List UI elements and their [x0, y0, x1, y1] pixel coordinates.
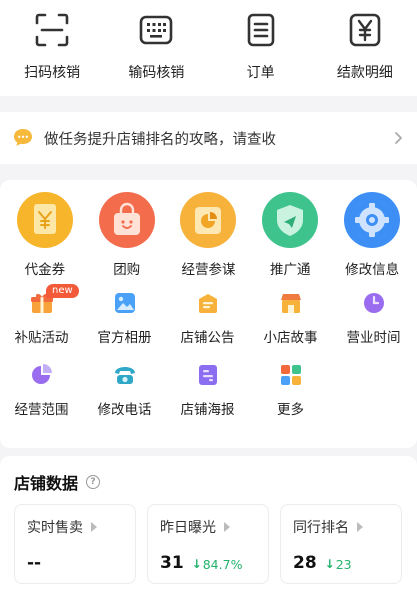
orders-button[interactable]: 订单: [216, 12, 306, 82]
business-scope-button[interactable]: 经营范围: [0, 362, 83, 418]
store-story-button[interactable]: 小店故事: [249, 290, 332, 346]
shopping-bag-icon: [98, 192, 155, 248]
metric-value-row: 28 ↓ 23: [293, 553, 389, 573]
caret-right-icon: [91, 522, 97, 532]
notice-text: 做任务提升店铺排名的攻略，请查收: [44, 131, 276, 148]
tools-grid: new 补贴活动 官方相册 店铺公告 小店故事 营业时间 经营范围 修改电话 店…: [0, 284, 417, 418]
chat-bubble-icon: [14, 129, 32, 146]
question-icon[interactable]: ?: [86, 475, 101, 489]
edit-phone-label: 修改电话: [97, 402, 152, 418]
yesterday-exposure-change: ↓ 84.7%: [192, 557, 243, 572]
scan-verify-button[interactable]: 扫码核销: [7, 12, 97, 82]
group-buy-label: 团购: [113, 262, 141, 278]
realtime-sales-value: --: [27, 553, 42, 573]
settlement-details-button[interactable]: 结款明细: [320, 12, 410, 82]
quick-actions-bar: 扫码核销 输码核销 订单 结款明细: [0, 0, 417, 96]
scan-icon: [35, 13, 69, 47]
peer-ranking-card[interactable]: 同行排名 28 ↓ 23: [280, 504, 402, 584]
peer-ranking-value: 28: [293, 553, 317, 573]
group-buy-button[interactable]: 团购: [86, 192, 168, 278]
official-album-label: 官方相册: [97, 330, 152, 346]
promotion-label: 推广通: [270, 262, 311, 278]
store-announcement-label: 店铺公告: [180, 330, 235, 346]
store-poster-button[interactable]: 店铺海报: [166, 362, 249, 418]
peer-ranking-change: ↓ 23: [325, 557, 352, 572]
code-verify-button[interactable]: 输码核销: [111, 12, 201, 82]
caret-right-icon: [224, 522, 230, 532]
yesterday-exposure-change-value: 84.7%: [202, 556, 243, 572]
metric-value-row: 31 ↓ 84.7%: [160, 553, 256, 573]
order-list-icon: [247, 13, 274, 47]
caret-right-icon: [357, 522, 363, 532]
metric-name: 同行排名: [293, 517, 389, 537]
edit-phone-button[interactable]: 修改电话: [83, 362, 166, 418]
clock-icon: [361, 290, 387, 316]
voucher-button[interactable]: 代金券: [4, 192, 86, 278]
scan-verify-label: 扫码核销: [24, 65, 81, 81]
chevron-right-icon: [395, 132, 402, 144]
keyboard-icon: [140, 15, 173, 45]
analytics-icon: [180, 192, 237, 248]
edit-info-label: 修改信息: [345, 262, 400, 278]
phone-icon: [112, 362, 138, 388]
pie-scope-icon: [29, 362, 55, 388]
more-grid-icon: [278, 362, 304, 388]
store-data-card: 店铺数据 ? 实时售卖 -- 昨日曝光 31 ↓ 84.7% 同行排名 28 ↓…: [0, 456, 417, 594]
poster-icon: [195, 362, 221, 388]
realtime-sales-card[interactable]: 实时售卖 --: [14, 504, 136, 584]
peer-ranking-label: 同行排名: [293, 520, 349, 536]
peer-ranking-change-value: 23: [335, 556, 352, 572]
arrow-down-icon: ↓: [191, 557, 202, 571]
edit-info-button[interactable]: 修改信息: [331, 192, 413, 278]
services-panel: 代金券 团购 经营参谋 推广通 修改信息 new 补贴活动 官方相册 店铺公告 …: [0, 180, 417, 448]
photo-album-icon: [112, 290, 138, 316]
business-advisor-button[interactable]: 经营参谋: [168, 192, 250, 278]
main-services-row: 代金券 团购 经营参谋 推广通 修改信息: [0, 192, 417, 278]
task-notice-bar[interactable]: 做任务提升店铺排名的攻略，请查收: [0, 112, 417, 164]
more-label: 更多: [277, 402, 304, 418]
store-data-title: 店铺数据: [14, 474, 79, 493]
subsidy-activity-label: 补贴活动: [14, 330, 69, 346]
metric-name: 昨日曝光: [160, 517, 256, 537]
realtime-sales-label: 实时售卖: [27, 520, 83, 536]
yesterday-exposure-label: 昨日曝光: [160, 520, 216, 536]
more-button[interactable]: 更多: [249, 362, 332, 418]
arrow-down-icon: ↓: [324, 557, 335, 571]
store-poster-label: 店铺海报: [180, 402, 235, 418]
yen-statement-icon: [349, 13, 381, 47]
metric-value-row: --: [27, 553, 123, 573]
subsidy-activity-button[interactable]: new 补贴活动: [0, 284, 83, 346]
new-badge: new: [46, 284, 79, 298]
voucher-icon: [16, 192, 73, 248]
voucher-label: 代金券: [24, 262, 66, 278]
store-story-label: 小店故事: [263, 330, 318, 346]
metric-name: 实时售卖: [27, 517, 123, 537]
store-story-icon: [278, 290, 304, 316]
official-album-button[interactable]: 官方相册: [83, 290, 166, 346]
business-hours-button[interactable]: 营业时间: [332, 290, 415, 346]
promotion-icon: [262, 192, 319, 248]
promotion-button[interactable]: 推广通: [249, 192, 331, 278]
settlement-details-label: 结款明细: [336, 65, 393, 81]
business-hours-label: 营业时间: [346, 330, 401, 346]
announcement-icon: [195, 290, 221, 316]
yesterday-exposure-value: 31: [160, 553, 184, 573]
code-verify-label: 输码核销: [128, 65, 185, 81]
business-scope-label: 经营范围: [14, 402, 69, 418]
yesterday-exposure-card[interactable]: 昨日曝光 31 ↓ 84.7%: [147, 504, 269, 584]
orders-label: 订单: [246, 65, 275, 81]
store-announcement-button[interactable]: 店铺公告: [166, 290, 249, 346]
business-advisor-label: 经营参谋: [181, 262, 236, 278]
store-data-header: 店铺数据 ?: [14, 470, 101, 494]
settings-gear-icon: [344, 192, 401, 248]
